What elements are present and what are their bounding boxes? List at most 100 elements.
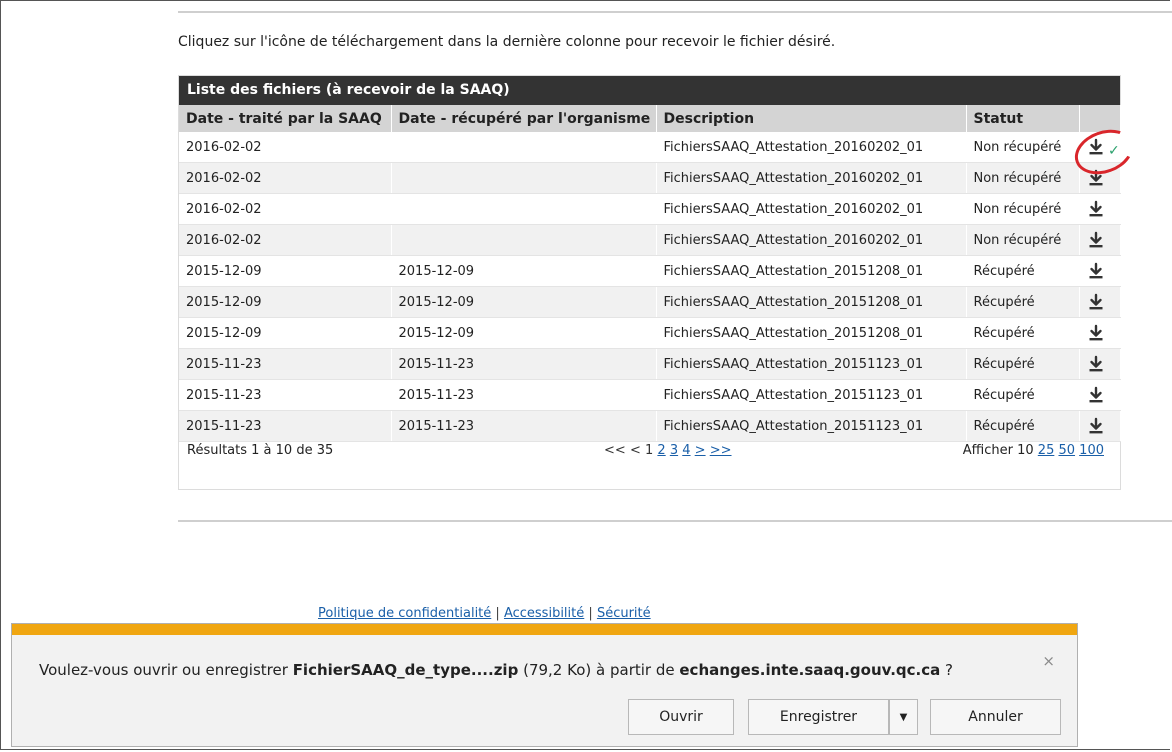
chevron-down-icon: ▼ [899, 711, 908, 723]
cell-processed-date: 2015-11-23 [179, 379, 392, 411]
download-host: echanges.inte.saaq.gouv.qc.ca [679, 661, 941, 679]
accessibility-link[interactable]: Accessibilité [504, 606, 584, 621]
download-cell [1079, 224, 1121, 256]
page-size-label: Afficher [962, 443, 1013, 458]
download-icon[interactable] [1087, 355, 1105, 373]
download-icon[interactable] [1087, 200, 1105, 218]
download-prompt: Voulez-vous ouvrir ou enregistrer Fichie… [39, 661, 953, 679]
table-row: 2015-12-09 2015-12-09 FichiersSAAQ_Attesta… [179, 286, 1121, 318]
pagination: << < 1 2 3 4 > >> [604, 443, 732, 458]
cell-description: FichiersSAAQ_Attestation_20160202_01 [656, 162, 967, 194]
page-size-selector: Afficher 10 25 50 100 [963, 443, 1104, 458]
results-count: Résultats 1 à 10 de 35 [187, 443, 334, 458]
col-header-processed-date[interactable]: Date - traité par la SAAQ [179, 105, 392, 132]
cell-description: FichiersSAAQ_Attestation_20160202_01 [656, 193, 967, 225]
open-button[interactable]: Ouvrir [628, 699, 734, 735]
save-options-dropdown[interactable]: ▼ [889, 699, 918, 735]
cell-description: FichiersSAAQ_Attestation_20151123_01 [656, 379, 967, 411]
security-link[interactable]: Sécurité [597, 606, 651, 621]
cell-processed-date: 2015-12-09 [179, 255, 392, 287]
page-size-25[interactable]: 25 [1038, 443, 1055, 458]
files-table: Date - traité par la SAAQ Date - récupér… [179, 105, 1121, 442]
table-row: 2015-11-23 2015-11-23 FichiersSAAQ_Attesta… [179, 348, 1121, 380]
pager-page-3[interactable]: 3 [670, 443, 678, 458]
cell-processed-date: 2016-02-02 [179, 193, 392, 225]
cell-retrieved-date [391, 224, 657, 256]
cell-status: Non récupéré [966, 224, 1080, 256]
cell-retrieved-date: 2015-12-09 [391, 255, 657, 287]
page-size-current: 10 [1017, 443, 1034, 458]
cancel-button[interactable]: Annuler [930, 699, 1061, 735]
cell-status: Récupéré [966, 379, 1080, 411]
table-row: 2016-02-02 FichiersSAAQ_Attestation_20160… [179, 224, 1121, 256]
bottom-divider [178, 520, 1172, 522]
download-icon[interactable] [1087, 386, 1105, 404]
download-notification-bar: Voulez-vous ouvrir ou enregistrer Fichie… [11, 623, 1078, 747]
footer-separator: | [588, 606, 593, 621]
top-divider [178, 11, 1172, 13]
cell-processed-date: 2015-12-09 [179, 286, 392, 318]
prompt-prefix: Voulez-vous ouvrir ou enregistrer [39, 661, 288, 679]
cell-description: FichiersSAAQ_Attestation_20151123_01 [656, 348, 967, 380]
prompt-from: à partir de [596, 661, 675, 679]
footer-separator: | [495, 606, 500, 621]
files-table-panel: Liste des fichiers (à recevoir de la SAA… [178, 75, 1121, 490]
cell-status: Récupéré [966, 286, 1080, 318]
download-icon[interactable] [1087, 231, 1105, 249]
cell-description: FichiersSAAQ_Attestation_20151208_01 [656, 286, 967, 318]
download-cell [1079, 379, 1121, 411]
col-header-status[interactable]: Statut [966, 105, 1080, 132]
page-size-50[interactable]: 50 [1058, 443, 1075, 458]
download-icon[interactable] [1087, 417, 1105, 435]
close-icon[interactable]: × [1042, 652, 1055, 670]
table-row: 2015-12-09 2015-12-09 FichiersSAAQ_Attesta… [179, 255, 1121, 287]
pager-current-page: 1 [644, 443, 654, 458]
privacy-link[interactable]: Politique de confidentialité [318, 606, 491, 621]
pager-next[interactable]: > [695, 443, 706, 458]
cell-processed-date: 2016-02-02 [179, 132, 392, 163]
save-button[interactable]: Enregistrer [748, 699, 889, 735]
pager-first[interactable]: << [604, 443, 626, 458]
cell-retrieved-date: 2015-11-23 [391, 379, 657, 411]
table-row: 2016-02-02 FichiersSAAQ_Attestation_20160… [179, 162, 1121, 194]
cell-retrieved-date [391, 132, 657, 163]
cell-retrieved-date [391, 193, 657, 225]
pager-prev[interactable]: < [630, 443, 641, 458]
download-filename: FichierSAAQ_de_type....zip [292, 661, 519, 679]
cell-status: Non récupéré [966, 162, 1080, 194]
instructions-text: Cliquez sur l'icône de téléchargement da… [178, 34, 836, 50]
cell-processed-date: 2016-02-02 [179, 224, 392, 256]
pager-last[interactable]: >> [710, 443, 732, 458]
download-icon[interactable] [1087, 262, 1105, 280]
table-row: 2016-02-02 FichiersSAAQ_Attestation_20160… [179, 132, 1121, 163]
table-header-row: Date - traité par la SAAQ Date - récupér… [179, 105, 1121, 132]
page-size-100[interactable]: 100 [1079, 443, 1104, 458]
col-header-description[interactable]: Description [656, 105, 967, 132]
cell-status: Récupéré [966, 255, 1080, 287]
cell-description: FichiersSAAQ_Attestation_20160202_01 [656, 224, 967, 256]
pager-page-4[interactable]: 4 [682, 443, 690, 458]
download-icon[interactable] [1087, 324, 1105, 342]
cell-status: Récupéré [966, 348, 1080, 380]
cell-description: FichiersSAAQ_Attestation_20151208_01 [656, 317, 967, 349]
download-cell [1079, 255, 1121, 287]
download-cell [1079, 193, 1121, 225]
download-icon[interactable] [1087, 293, 1105, 311]
cell-processed-date: 2015-12-09 [179, 317, 392, 349]
cell-retrieved-date [391, 162, 657, 194]
notification-accent-bar [12, 624, 1077, 635]
pager-page-2[interactable]: 2 [657, 443, 665, 458]
cell-retrieved-date: 2015-11-23 [391, 348, 657, 380]
cell-retrieved-date: 2015-12-09 [391, 317, 657, 349]
checkmark-icon: ✓ [1108, 143, 1120, 159]
cell-retrieved-date: 2015-12-09 [391, 286, 657, 318]
cell-status: Récupéré [966, 317, 1080, 349]
cell-processed-date: 2015-11-23 [179, 348, 392, 380]
table-row: 2015-11-23 2015-11-23 FichiersSAAQ_Attesta… [179, 379, 1121, 411]
col-header-retrieved-date[interactable]: Date - récupéré par l'organisme [391, 105, 657, 132]
download-cell [1079, 286, 1121, 318]
cell-description: FichiersSAAQ_Attestation_20160202_01 [656, 132, 967, 163]
table-row: 2016-02-02 FichiersSAAQ_Attestation_20160… [179, 193, 1121, 225]
cell-status: Non récupéré [966, 132, 1080, 163]
download-cell [1079, 317, 1121, 349]
